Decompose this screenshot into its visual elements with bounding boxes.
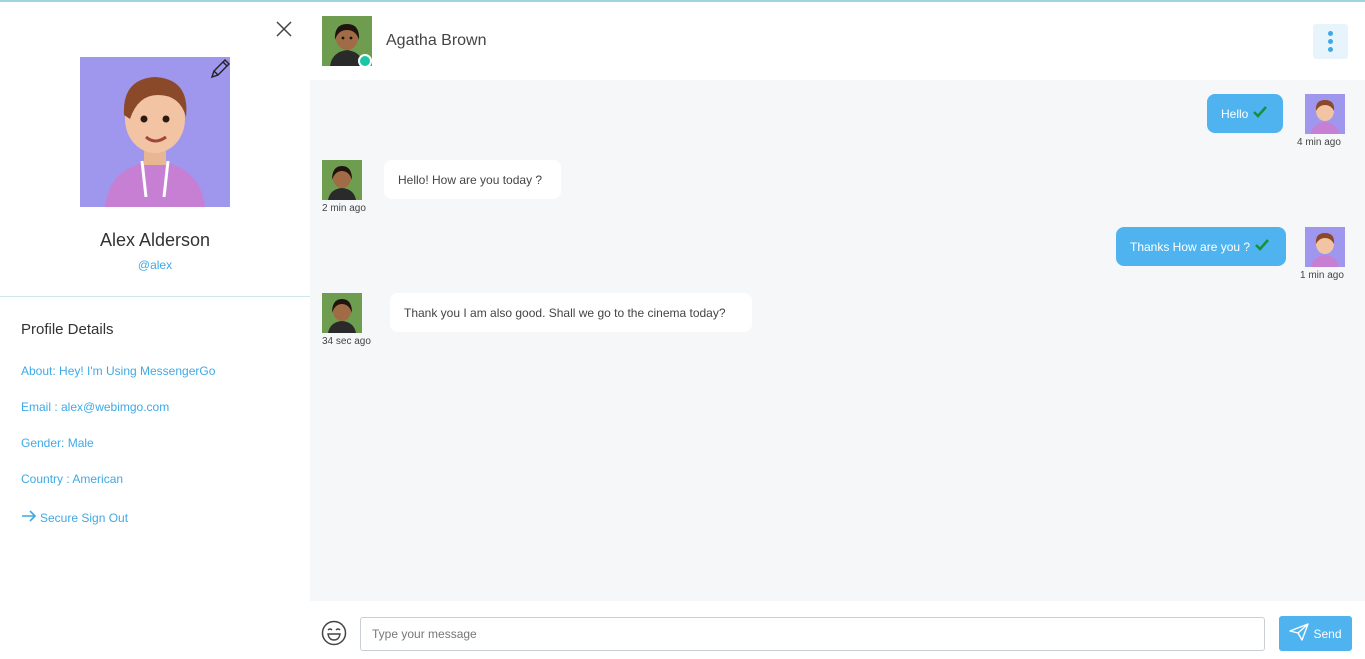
message-time: 34 sec ago [322,336,371,347]
message-bubble-incoming: Thank you I am also good. Shall we go to… [390,293,752,332]
message-bubble-outgoing: Hello [1207,94,1283,133]
contact-name: Agatha Brown [386,32,487,49]
contact-message-avatar [322,293,362,333]
send-label: Send [1313,626,1342,641]
message-time: 1 min ago [1300,270,1344,281]
my-avatar [1305,227,1345,267]
chat-header: Agatha Brown [310,2,1365,80]
detail-about: About: Hey! I'm Using MessengerGo [21,364,216,378]
detail-country: Country : American [21,472,124,486]
my-avatar [1305,94,1345,134]
send-icon [1289,623,1310,644]
detail-email: Email : alex@webimgo.com [21,400,170,414]
pencil-icon[interactable] [208,57,232,81]
message-input[interactable] [360,617,1265,651]
message-bubble-incoming: Hello! How are you today ? [384,160,561,199]
check-icon [1255,239,1269,254]
profile-sidebar: Alex Alderson @alex Profile Details Abou… [0,2,310,659]
profile-details-title: Profile Details [21,321,114,338]
divider [0,296,310,297]
arrow-right-icon [21,509,37,526]
message-time: 4 min ago [1297,137,1341,148]
chat-messages: Hello 4 min ago Hello! How are you today… [310,80,1365,601]
secure-sign-out-link[interactable]: Secure Sign Out [21,509,128,526]
close-icon[interactable] [274,19,294,39]
detail-gender: Gender: Male [21,436,94,450]
profile-handle[interactable]: @alex [0,258,310,272]
message-text: Hello [1221,106,1249,121]
message-composer: Send [310,601,1365,659]
profile-name: Alex Alderson [99,230,211,250]
message-time: 2 min ago [322,203,366,214]
online-status-indicator [358,54,372,68]
send-button[interactable]: Send [1279,616,1352,651]
message-text: Hello! How are you today ? [398,172,543,187]
more-vertical-icon[interactable] [1313,24,1348,59]
emoji-icon[interactable] [321,620,347,646]
sign-out-label: Secure Sign Out [40,510,129,525]
message-bubble-outgoing: Thanks How are you ? [1116,227,1286,266]
message-text: Thank you I am also good. Shall we go to… [404,305,726,320]
message-text: Thanks How are you ? [1130,239,1251,254]
check-icon [1253,106,1268,121]
contact-message-avatar [322,160,362,200]
